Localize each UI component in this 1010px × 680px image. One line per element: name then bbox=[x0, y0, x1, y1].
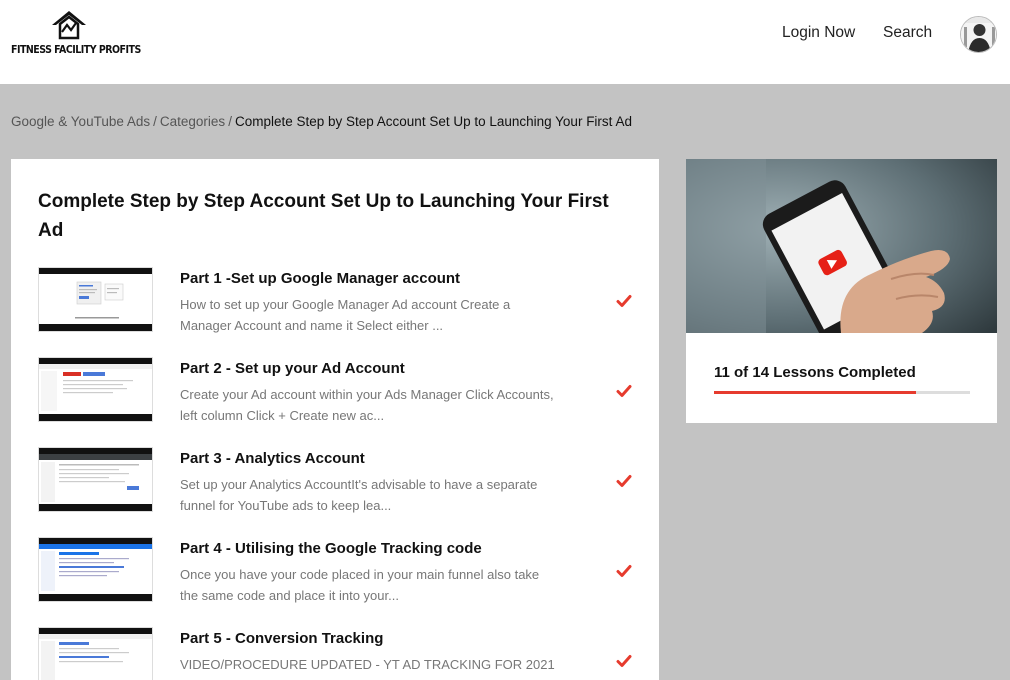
lesson-title[interactable]: Part 3 - Analytics Account bbox=[180, 450, 365, 467]
breadcrumb-current: Complete Step by Step Account Set Up to … bbox=[234, 114, 632, 129]
course-progress-card: 11 of 14 Lessons Completed bbox=[686, 159, 997, 423]
lesson-item-part-5[interactable]: Part 5 - Conversion Tracking VIDEO/PROCE… bbox=[38, 627, 638, 680]
breadcrumb-separator: / bbox=[228, 114, 232, 129]
lesson-description: How to set up your Google Manager Ad acc… bbox=[180, 297, 511, 333]
lesson-thumbnail[interactable] bbox=[38, 267, 153, 332]
breadcrumb-link-google-youtube-ads[interactable]: Google & YouTube Ads bbox=[11, 114, 150, 129]
breadcrumb-separator: / bbox=[153, 114, 157, 129]
check-icon bbox=[616, 655, 632, 667]
house-logo-icon bbox=[52, 11, 86, 40]
check-icon bbox=[616, 565, 632, 577]
course-title: Complete Step by Step Account Set Up to … bbox=[38, 191, 609, 241]
lesson-thumbnail[interactable] bbox=[38, 627, 153, 680]
site-logo[interactable]: FITNESS FACILITY PROFITS bbox=[11, 10, 141, 60]
login-link[interactable]: Login Now bbox=[782, 24, 855, 42]
lesson-thumbnail[interactable] bbox=[38, 447, 153, 512]
lessons-completed-label: 11 of 14 Lessons Completed bbox=[714, 364, 916, 381]
check-icon bbox=[616, 295, 632, 307]
lesson-thumbnail[interactable] bbox=[38, 357, 153, 422]
lesson-description: Set up your Analytics AccountIt's advisa… bbox=[180, 477, 538, 513]
lesson-title[interactable]: Part 1 -Set up Google Manager account bbox=[180, 270, 460, 287]
check-icon bbox=[616, 385, 632, 397]
course-card: Complete Step by Step Account Set Up to … bbox=[11, 159, 659, 680]
progress-bar-fill bbox=[714, 391, 917, 394]
avatar[interactable] bbox=[960, 16, 997, 53]
breadcrumb-link-categories[interactable]: Categories bbox=[160, 114, 225, 129]
breadcrumb: Google & YouTube Ads / Categories / Complete… bbox=[11, 114, 632, 129]
lesson-thumbnail[interactable] bbox=[38, 537, 153, 602]
search-link[interactable]: Search bbox=[883, 24, 932, 42]
lesson-description: VIDEO/PROCEDURE UPDATED - YT AD TRACKING… bbox=[180, 657, 555, 672]
lesson-description: Once you have your code placed in your m… bbox=[180, 567, 540, 603]
lesson-title[interactable]: Part 5 - Conversion Tracking bbox=[180, 630, 383, 647]
avatar-image bbox=[961, 17, 996, 52]
site-header: FITNESS FACILITY PROFITS Login Now Searc… bbox=[0, 0, 1010, 84]
lesson-item-part-4[interactable]: Part 4 - Utilising the Google Tracking c… bbox=[38, 537, 638, 609]
lesson-item-part-1[interactable]: Part 1 -Set up Google Manager account Ho… bbox=[38, 267, 638, 339]
logo-text: FITNESS FACILITY PROFITS bbox=[11, 43, 141, 56]
course-cover-image bbox=[686, 159, 997, 333]
lesson-title[interactable]: Part 2 - Set up your Ad Account bbox=[180, 360, 405, 377]
check-icon bbox=[616, 475, 632, 487]
lesson-description: Create your Ad account within your Ads M… bbox=[180, 387, 554, 423]
lesson-item-part-2[interactable]: Part 2 - Set up your Ad Account Create y… bbox=[38, 357, 638, 429]
progress-bar bbox=[714, 391, 970, 394]
lesson-item-part-3[interactable]: Part 3 - Analytics Account Set up your A… bbox=[38, 447, 638, 519]
lesson-title[interactable]: Part 4 - Utilising the Google Tracking c… bbox=[180, 540, 482, 557]
